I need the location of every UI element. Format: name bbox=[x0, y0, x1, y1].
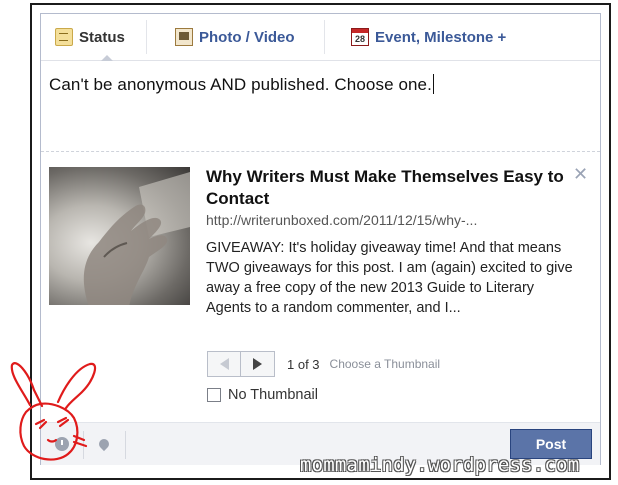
status-text-input[interactable]: Can't be anonymous AND published. Choose… bbox=[49, 74, 589, 95]
bunny-doodle bbox=[10, 362, 97, 461]
previous-thumbnail-button[interactable] bbox=[207, 351, 241, 377]
tab-divider bbox=[146, 20, 147, 54]
arrow-left-icon bbox=[219, 358, 229, 370]
composer-tabs: Status Photo / Video 28 Event, Milestone… bbox=[41, 14, 600, 61]
thumbnail-hint: Choose a Thumbnail bbox=[329, 357, 441, 371]
thumbnail-pager: 1 of 3 Choose a Thumbnail bbox=[207, 351, 440, 377]
tab-status[interactable]: Status bbox=[55, 14, 125, 60]
no-thumbnail-checkbox[interactable] bbox=[207, 388, 221, 402]
status-composer: Status Photo / Video 28 Event, Milestone… bbox=[40, 13, 601, 465]
tab-photo-video[interactable]: Photo / Video bbox=[175, 14, 295, 60]
text-cursor bbox=[432, 74, 434, 94]
link-thumbnail bbox=[49, 167, 190, 305]
thumbnail-counter: 1 of 3 bbox=[287, 356, 320, 372]
hand-on-keyboard-image bbox=[83, 172, 190, 305]
no-thumbnail-label: No Thumbnail bbox=[228, 387, 319, 403]
watermark: mommamindy.wordpress.com bbox=[300, 454, 580, 476]
next-thumbnail-button[interactable] bbox=[241, 351, 275, 377]
calendar-icon: 28 bbox=[351, 28, 369, 46]
tab-status-label: Status bbox=[79, 28, 125, 46]
active-tab-caret bbox=[101, 55, 113, 61]
no-thumbnail-option: No Thumbnail bbox=[207, 387, 318, 403]
link-url: http://writerunboxed.com/2011/12/15/why-… bbox=[206, 212, 478, 228]
tab-event-milestone[interactable]: 28 Event, Milestone + bbox=[351, 14, 506, 60]
footer-divider bbox=[125, 431, 126, 459]
remove-link-preview-icon[interactable]: ✕ bbox=[573, 164, 588, 185]
tab-photo-label: Photo / Video bbox=[199, 28, 295, 46]
photo-icon bbox=[175, 28, 193, 46]
link-title[interactable]: Why Writers Must Make Themselves Easy to… bbox=[206, 166, 571, 210]
tab-event-label: Event, Milestone + bbox=[375, 28, 507, 46]
dashed-divider bbox=[41, 151, 600, 152]
status-icon bbox=[55, 28, 73, 46]
link-description[interactable]: GIVEAWAY: It's holiday giveaway time! An… bbox=[206, 238, 576, 318]
tab-divider bbox=[324, 20, 325, 54]
arrow-right-icon bbox=[253, 358, 262, 370]
status-text: Can't be anonymous AND published. Choose… bbox=[49, 75, 432, 94]
